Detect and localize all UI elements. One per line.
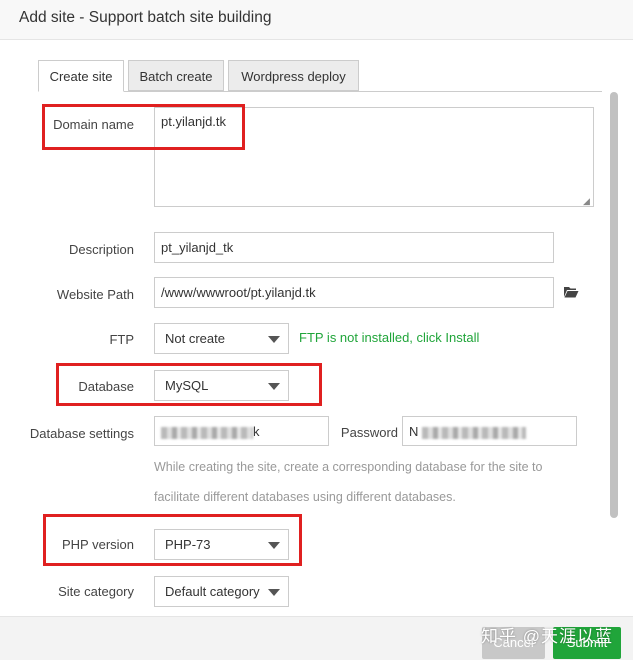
ftp-install-link[interactable]: FTP is not installed, click Install xyxy=(299,330,479,345)
domain-value: pt.yilanjd.tk xyxy=(161,114,227,129)
chevron-down-icon xyxy=(268,336,280,343)
database-label: Database xyxy=(78,379,134,394)
php-version-value: PHP-73 xyxy=(165,537,211,552)
cancel-button[interactable]: Cancel xyxy=(482,627,545,659)
database-settings-label: Database settings xyxy=(29,426,134,441)
description-input[interactable]: pt_yilanjd_tk xyxy=(154,232,554,263)
php-version-label: PHP version xyxy=(61,537,134,552)
database-select[interactable]: MySQL xyxy=(154,370,289,401)
ftp-select-value: Not create xyxy=(165,331,225,346)
dialog-title: Add site - Support batch site building xyxy=(19,9,272,26)
username-suffix: k xyxy=(253,424,260,439)
database-password-input[interactable]: N xyxy=(402,416,577,446)
dialog-titlebar: Add site - Support batch site building xyxy=(0,0,633,40)
domain-label: Domain name xyxy=(53,117,134,132)
database-hint-line1: While creating the site, create a corres… xyxy=(154,460,543,474)
chevron-down-icon xyxy=(268,589,280,596)
resize-handle-icon: ◢ xyxy=(583,196,590,206)
site-category-label: Site category xyxy=(58,584,134,599)
tab-create-site[interactable]: Create site xyxy=(38,60,124,92)
database-username-input[interactable]: k xyxy=(154,416,329,446)
chevron-down-icon xyxy=(268,383,280,390)
redacted-username xyxy=(161,426,253,439)
site-category-select[interactable]: Default category xyxy=(154,576,289,607)
scrollbar-thumb[interactable] xyxy=(610,92,618,518)
domain-textarea[interactable]: pt.yilanjd.tk xyxy=(154,107,594,207)
chevron-down-icon xyxy=(268,542,280,549)
ftp-label: FTP xyxy=(109,332,134,347)
website-path-label: Website Path xyxy=(56,287,134,302)
tab-batch-create[interactable]: Batch create xyxy=(128,60,224,91)
site-category-value: Default category xyxy=(165,584,260,599)
scrollbar[interactable] xyxy=(608,92,620,604)
ftp-select[interactable]: Not create xyxy=(154,323,289,354)
database-hint-line2: facilitate different databases using dif… xyxy=(154,490,456,504)
password-label: Password xyxy=(340,425,398,440)
description-label: Description xyxy=(68,242,134,257)
folder-open-icon[interactable] xyxy=(563,285,579,299)
tab-wordpress-deploy[interactable]: Wordpress deploy xyxy=(228,60,359,91)
password-prefix: N xyxy=(409,424,419,439)
add-site-dialog: Add site - Support batch site building C… xyxy=(0,0,633,660)
database-select-value: MySQL xyxy=(165,378,209,393)
submit-button[interactable]: Submit xyxy=(553,627,621,659)
php-version-select[interactable]: PHP-73 xyxy=(154,529,289,560)
website-path-input[interactable]: /www/wwwroot/pt.yilanjd.tk xyxy=(154,277,554,308)
redacted-password xyxy=(422,426,527,439)
